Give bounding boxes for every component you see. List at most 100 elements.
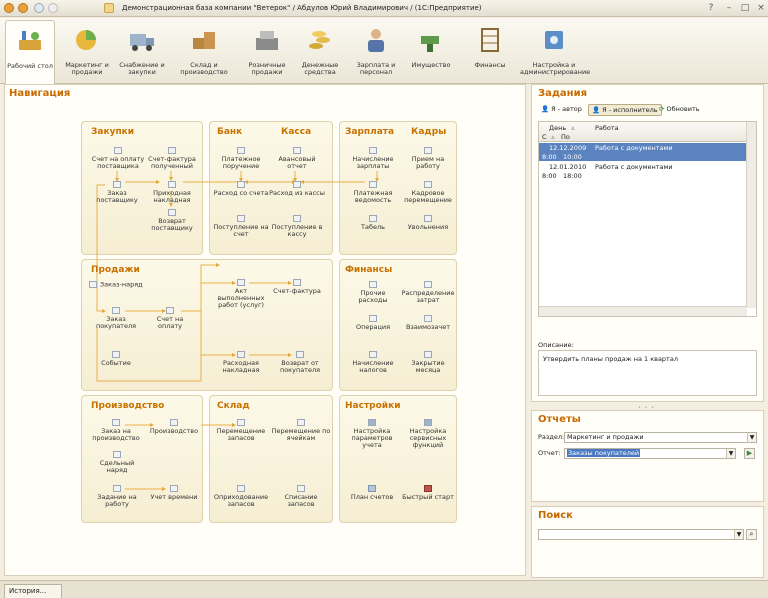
nav-item[interactable]: Взаимозачет: [399, 315, 457, 331]
close-icon[interactable]: ×: [756, 3, 766, 13]
table-row[interactable]: 12.12.2009 Работа с документами 8:00 10:…: [539, 143, 747, 161]
document-icon: [237, 147, 245, 154]
nav-item[interactable]: Событие: [87, 351, 145, 367]
nav-item[interactable]: Начисление налогов: [345, 351, 401, 374]
nav-item[interactable]: Расход со счета: [213, 181, 269, 197]
column-to[interactable]: По: [561, 133, 570, 141]
nav-item[interactable]: Поступление в кассу: [269, 215, 325, 238]
nav-item[interactable]: Прочие расходы: [345, 281, 401, 304]
nav-item[interactable]: Закрытие месяца: [399, 351, 457, 374]
filter-executor-button[interactable]: 👤 Я - исполнитель: [588, 104, 662, 116]
section-money[interactable]: Денежные средства: [294, 20, 346, 82]
nav-item[interactable]: Счет-фактура: [269, 279, 325, 295]
section-finance[interactable]: Финансы: [462, 20, 518, 82]
nav-item[interactable]: Операция: [345, 315, 401, 331]
report-select[interactable]: Заказы покупателей ▼: [564, 448, 736, 459]
nav-item[interactable]: Платежная ведомость: [345, 181, 401, 204]
nav-item-label: Закрытие месяца: [411, 359, 445, 374]
section-marketing[interactable]: Маркетинг и продажи: [58, 20, 116, 82]
vertical-scrollbar[interactable]: [746, 122, 756, 308]
abacus-icon: [481, 28, 499, 52]
search-input[interactable]: ▼: [538, 529, 744, 540]
section-desktop[interactable]: Рабочий стол: [5, 20, 55, 84]
home-icon[interactable]: [104, 3, 114, 13]
minimize-icon[interactable]: –: [724, 3, 734, 13]
nav-item[interactable]: Расход из кассы: [269, 181, 325, 197]
section-property[interactable]: Имущество: [406, 20, 456, 82]
nav-item-label: Увольнения: [407, 223, 449, 231]
nav-item[interactable]: Заказ поставщику: [91, 181, 143, 204]
table-row[interactable]: 12.01.2010 Работа с документами 8:00 18:…: [539, 162, 747, 180]
nav-item[interactable]: Табель: [345, 215, 401, 231]
nav-item[interactable]: Заказ на производство: [85, 419, 147, 442]
nav-item-label: Настройка параметров учета: [351, 427, 393, 449]
menu-icon[interactable]: [18, 3, 28, 13]
chevron-down-icon[interactable]: ▼: [726, 449, 735, 458]
report-field-label: Отчет:: [538, 449, 561, 457]
nav-item[interactable]: Счет на оплату: [145, 307, 195, 330]
filter-author-button[interactable]: 👤 Я - автор: [538, 104, 585, 116]
run-report-button[interactable]: ▶: [744, 448, 755, 459]
nav-item[interactable]: Сдельный наряд: [89, 451, 145, 474]
nav-item[interactable]: План счетов: [345, 485, 399, 501]
section-retail[interactable]: Розничные продажи: [242, 20, 292, 82]
nav-item[interactable]: Кадровое перемещение: [401, 181, 455, 204]
reports-title: Отчеты: [538, 414, 581, 425]
nav-item[interactable]: Приходная накладная: [145, 181, 199, 204]
nav-item-label: Возврат от покупателя: [279, 359, 321, 374]
chevron-down-icon[interactable]: ▼: [734, 530, 743, 539]
user-icon: 👤: [592, 106, 601, 114]
nav-item[interactable]: Авансовый отчет: [269, 147, 325, 170]
nav-item[interactable]: Настройка сервисных функций: [399, 419, 457, 449]
help-icon[interactable]: ?: [706, 3, 716, 13]
nav-item[interactable]: Поступление на счет: [213, 215, 269, 238]
nav-item[interactable]: Перемещение по ячейкам: [271, 419, 331, 442]
nav-item[interactable]: Возврат от покупателя: [269, 351, 331, 374]
nav-item[interactable]: Увольнения: [401, 215, 455, 231]
nav-item[interactable]: Списание запасов: [271, 485, 331, 508]
maximize-icon[interactable]: □: [740, 3, 750, 13]
column-from[interactable]: С: [542, 133, 547, 141]
document-icon: [89, 281, 97, 288]
nav-item[interactable]: Возврат поставщику: [145, 209, 199, 232]
app-logo-icon[interactable]: [4, 3, 14, 13]
nav-item[interactable]: Платежное поручение: [213, 147, 269, 170]
section-admin[interactable]: Настройка и администрирование: [520, 20, 590, 82]
nav-item[interactable]: Быстрый старт: [401, 485, 455, 501]
nav-item[interactable]: Заказ-наряд: [89, 281, 179, 289]
nav-item[interactable]: Акт выполненных работ (услуг): [213, 279, 269, 309]
section-supply[interactable]: Снабжение и закупки: [118, 20, 166, 82]
section-payroll[interactable]: Зарплата и персонал: [348, 20, 404, 82]
nav-item[interactable]: Учет времени: [147, 485, 201, 501]
chevron-down-icon[interactable]: ▼: [747, 433, 756, 442]
nav-item[interactable]: Производство: [147, 419, 201, 435]
nav-item-label: Поступление в кассу: [271, 223, 323, 238]
nav-item[interactable]: Задание на работу: [87, 485, 147, 508]
nav-item[interactable]: Счет-фактура полученный: [145, 147, 199, 170]
nav-item[interactable]: Оприходование запасов: [211, 485, 271, 508]
history-tab[interactable]: История...: [4, 584, 62, 598]
horizontal-scrollbar[interactable]: [539, 306, 747, 316]
forward-icon[interactable]: [48, 3, 58, 13]
nav-item[interactable]: Перемещение запасов: [211, 419, 271, 442]
section-select[interactable]: Маркетинг и продажи ▼: [564, 432, 757, 443]
document-icon: [424, 181, 432, 188]
nav-item[interactable]: Счет на оплату поставщика: [87, 147, 149, 170]
nav-item[interactable]: Расходная накладная: [213, 351, 269, 374]
column-work[interactable]: Работа: [595, 124, 619, 132]
nav-item[interactable]: Начисление зарплаты: [345, 147, 401, 170]
nav-item[interactable]: Прием на работу: [401, 147, 455, 170]
nav-item[interactable]: Настройка параметров учета: [343, 419, 401, 449]
nav-item-label: Счет на оплату поставщика: [91, 155, 145, 170]
desktop-icon: [19, 31, 41, 50]
nav-item[interactable]: Распределение затрат: [399, 281, 457, 304]
nav-item[interactable]: Заказ покупателя: [87, 307, 145, 330]
refresh-button[interactable]: ⟳ Обновить: [656, 104, 703, 116]
document-icon: [237, 181, 245, 188]
column-day[interactable]: День: [549, 124, 566, 132]
document-icon: [424, 215, 432, 222]
back-icon[interactable]: [34, 3, 44, 13]
section-warehouse[interactable]: Склад и производство: [168, 20, 240, 82]
description-field[interactable]: Утвердить планы продаж на 1 квартал: [538, 350, 757, 396]
search-button[interactable]: ⌕: [746, 529, 757, 540]
